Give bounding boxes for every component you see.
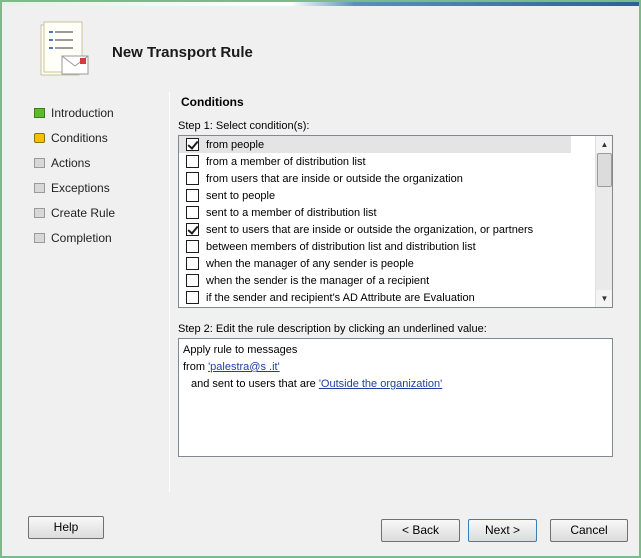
nav-divider	[169, 92, 170, 492]
description-line: Apply rule to messages	[183, 344, 298, 356]
wizard-window: New Transport Rule Introduction Conditio…	[0, 0, 641, 558]
transport-rule-icon	[38, 20, 94, 82]
section-title: Conditions	[181, 95, 244, 109]
condition-label: from a member of distribution list	[206, 155, 366, 168]
status-pending-icon	[34, 182, 45, 193]
status-pending-icon	[34, 157, 45, 168]
nav-item-label: Conditions	[51, 130, 108, 145]
condition-label: between members of distribution list and…	[206, 240, 476, 253]
nav-item-introduction[interactable]: Introduction	[34, 100, 164, 125]
checkbox[interactable]	[186, 138, 199, 151]
nav-item-label: Actions	[51, 155, 91, 170]
checkbox[interactable]	[186, 257, 199, 270]
status-pending-icon	[34, 207, 45, 218]
help-button[interactable]: Help	[28, 516, 104, 539]
back-button[interactable]: < Back	[381, 519, 460, 542]
condition-row[interactable]: from users that are inside or outside th…	[179, 170, 595, 187]
checkbox[interactable]	[186, 291, 199, 304]
nav-item-label: Exceptions	[51, 180, 110, 195]
sent-scope-link[interactable]: 'Outside the organization'	[319, 378, 442, 390]
next-button[interactable]: Next >	[468, 519, 537, 542]
checkbox[interactable]	[186, 155, 199, 168]
sent-prefix: and sent to users that are	[191, 378, 319, 390]
checkbox[interactable]	[186, 172, 199, 185]
condition-row[interactable]: from a member of distribution list	[179, 153, 595, 170]
nav-item-label: Introduction	[51, 105, 114, 120]
condition-row[interactable]: sent to a member of distribution list	[179, 204, 595, 221]
condition-label: when the manager of any sender is people	[206, 257, 414, 270]
window-top-strip	[2, 2, 639, 6]
description-sent-line: and sent to users that are 'Outside the …	[183, 376, 608, 393]
checkbox[interactable]	[186, 223, 199, 236]
status-complete-icon	[34, 107, 45, 118]
status-pending-icon	[34, 232, 45, 243]
scroll-up-icon[interactable]: ▲	[596, 136, 612, 153]
condition-row-from-people[interactable]: from people	[179, 136, 571, 153]
conditions-scrollbar[interactable]: ▲ ▼	[595, 136, 612, 307]
nav-item-actions[interactable]: Actions	[34, 150, 164, 175]
checkbox[interactable]	[186, 206, 199, 219]
step1-label: Step 1: Select condition(s):	[178, 120, 310, 132]
description-from-line: from 'palestra@s .it'	[183, 359, 608, 376]
condition-row[interactable]: when the manager of any sender is people	[179, 255, 595, 272]
scroll-thumb[interactable]	[597, 153, 612, 187]
from-prefix: from	[183, 361, 209, 373]
cancel-button[interactable]: Cancel	[550, 519, 628, 542]
condition-label: sent to a member of distribution list	[206, 206, 377, 219]
step2-label: Step 2: Edit the rule description by cli…	[178, 323, 487, 335]
condition-label: when the sender is the manager of a reci…	[206, 274, 430, 287]
condition-row[interactable]: if the sender and recipient's AD Attribu…	[179, 289, 595, 306]
conditions-list[interactable]: from people from a member of distributio…	[178, 135, 613, 308]
checkbox[interactable]	[186, 274, 199, 287]
condition-label: if the sender and recipient's AD Attribu…	[206, 291, 475, 304]
condition-row[interactable]: sent to users that are inside or outside…	[179, 221, 595, 238]
nav-item-conditions[interactable]: Conditions	[34, 125, 164, 150]
rule-description: Apply rule to messages from 'palestra@s …	[178, 338, 613, 457]
checkbox[interactable]	[186, 189, 199, 202]
condition-row[interactable]: when the sender is the manager of a reci…	[179, 272, 595, 289]
status-current-icon	[34, 132, 45, 143]
condition-row[interactable]: sent to people	[179, 187, 595, 204]
condition-label: sent to users that are inside or outside…	[206, 223, 534, 236]
nav-item-label: Completion	[51, 230, 112, 245]
condition-label: sent to people	[206, 189, 276, 202]
nav-item-completion[interactable]: Completion	[34, 225, 164, 250]
page-title: New Transport Rule	[112, 44, 253, 61]
nav-item-exceptions[interactable]: Exceptions	[34, 175, 164, 200]
condition-row[interactable]: between members of distribution list and…	[179, 238, 595, 255]
checkbox[interactable]	[186, 240, 199, 253]
wizard-nav: Introduction Conditions Actions Exceptio…	[34, 100, 164, 250]
conditions-list-rows: from people from a member of distributio…	[179, 136, 595, 307]
nav-item-create-rule[interactable]: Create Rule	[34, 200, 164, 225]
scroll-down-icon[interactable]: ▼	[596, 290, 612, 307]
condition-label: from users that are inside or outside th…	[206, 172, 463, 185]
from-value-link[interactable]: 'palestra@s .it'	[208, 361, 280, 373]
condition-label: from people	[206, 138, 265, 151]
nav-item-label: Create Rule	[51, 205, 116, 220]
